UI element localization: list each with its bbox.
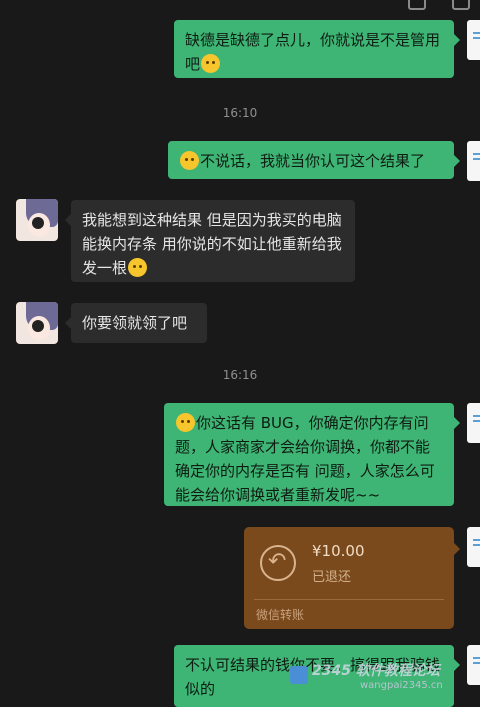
watermark-url: wangpai2345.cn [360,680,443,691]
site-watermark: 2345 软件教程论坛 wangpai2345.cn [290,658,470,703]
message-text: 我能想到这种结果 但是因为我买的电脑能换内存条 用你说的不如让他重新给我发一根 [82,211,342,277]
transfer-amount: ¥10.00 [312,542,365,560]
settings-icon[interactable] [452,0,470,10]
divider [254,599,444,600]
chat-icon[interactable] [408,0,426,10]
transfer-card[interactable]: ¥10.00 已退还 微信转账 [244,527,460,629]
grin-sweat-emoji-icon [201,54,221,73]
avatar-self[interactable] [467,141,480,181]
avatar-contact[interactable] [16,302,58,344]
watermark-brand: 2345 软件教程论坛 [312,663,440,679]
message-text: 缺德是缺德了点儿，你就说是不是管用吧 [185,31,441,73]
avatar-contact[interactable] [16,199,58,241]
top-toolbar-icons [408,0,470,10]
smirk-emoji-icon [176,413,195,432]
transfer-status: 已退还 [312,570,352,585]
message-bubble-self[interactable]: 不说话，我就当你认可这个结果了 [168,141,460,179]
refund-arrow-icon [260,545,296,581]
message-bubble-self[interactable]: 你这话有 BUG，你确定你内存有问题，人家商家才会给你调换，你都不能确定你的内存… [164,403,460,506]
message-text: 你要领就领了吧 [82,314,188,332]
message-bubble-self[interactable]: 缺德是缺德了点儿，你就说是不是管用吧 [174,20,460,78]
transfer-label: 微信转账 [256,608,305,622]
message-text: 你这话有 BUG，你确定你内存有问题，人家商家才会给你调换，你都不能确定你的内存… [175,414,435,504]
avatar-self[interactable] [467,527,480,567]
avatar-self[interactable] [467,403,480,443]
message-bubble-contact[interactable]: 我能想到这种结果 但是因为我买的电脑能换内存条 用你说的不如让他重新给我发一根 [65,200,355,282]
hush-emoji-icon [180,151,199,170]
message-text: 不说话，我就当你认可这个结果了 [200,152,426,170]
grin-sweat-emoji-icon [128,258,148,277]
avatar-self[interactable] [467,20,480,60]
message-bubble-contact[interactable]: 你要领就领了吧 [65,303,207,343]
timestamp: 16:10 [222,106,258,120]
watermark-logo-icon [290,666,308,684]
timestamp: 16:16 [222,368,258,382]
